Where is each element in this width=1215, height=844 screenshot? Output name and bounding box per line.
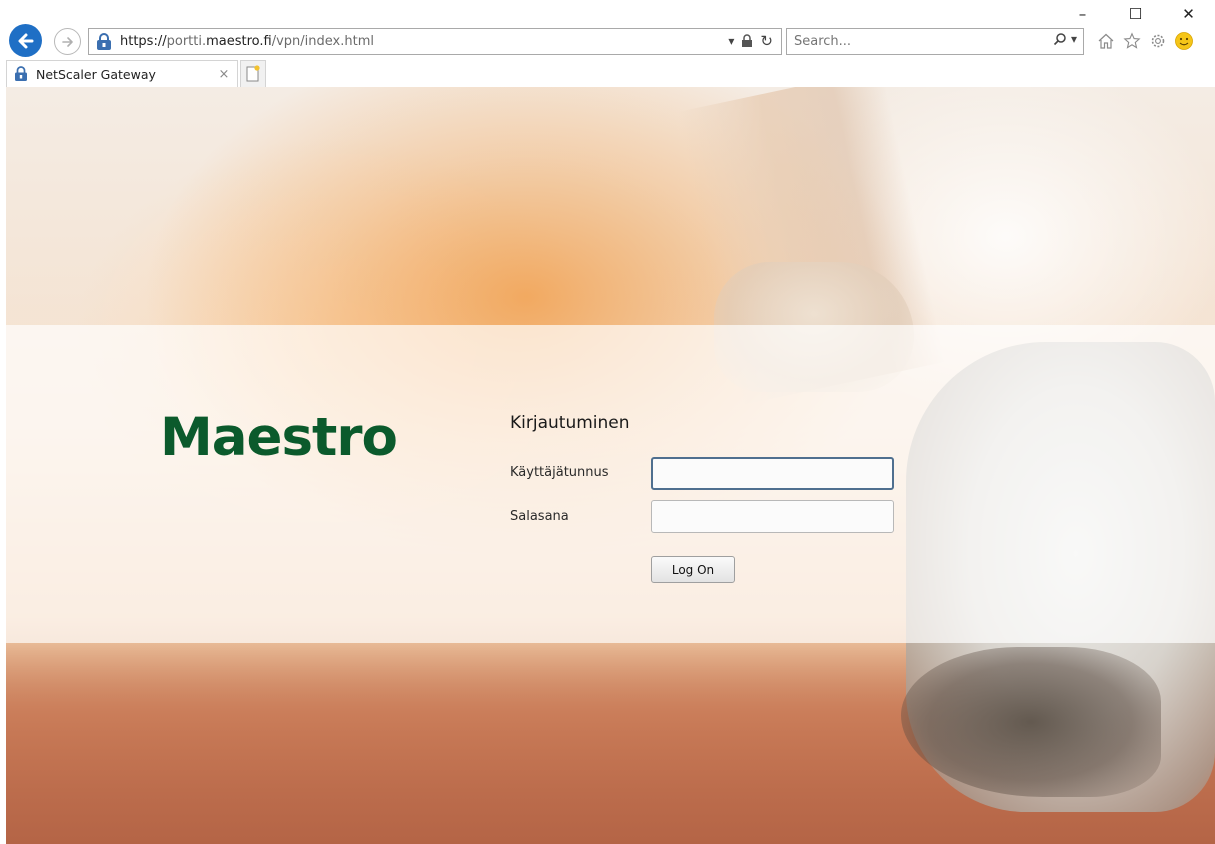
search-box[interactable]: ▾ <box>786 28 1084 55</box>
username-input[interactable] <box>651 457 894 490</box>
address-url[interactable]: https://portti.maestro.fi/vpn/index.html <box>120 34 374 49</box>
smiley-icon[interactable] <box>1173 30 1195 52</box>
back-button[interactable] <box>9 24 42 57</box>
url-scheme: https:// <box>120 34 167 49</box>
login-title: Kirjautuminen <box>510 413 630 433</box>
toolbar-icons <box>1095 30 1195 52</box>
address-dropdown-icon[interactable]: ▾ <box>728 34 734 48</box>
site-lock-icon[interactable] <box>741 34 753 48</box>
refresh-icon[interactable]: ↻ <box>760 32 773 50</box>
forward-button[interactable] <box>54 28 81 55</box>
maestro-logo: Maestro <box>160 407 398 468</box>
forward-arrow-icon <box>61 36 73 47</box>
url-host-domain: maestro.fi <box>206 34 272 49</box>
search-icon[interactable] <box>1053 32 1067 46</box>
url-host-prefix: portti. <box>166 34 207 49</box>
address-tools: ▾ ↻ <box>728 32 773 50</box>
maximize-button[interactable]: ☐ <box>1109 0 1162 28</box>
new-tab-button[interactable] <box>240 60 266 87</box>
new-tab-icon <box>246 65 260 82</box>
browser-chrome: – ☐ ✕ https://portti.maestro.fi/vpn/inde… <box>0 0 1215 88</box>
search-input[interactable] <box>794 34 1014 49</box>
tab-title: NetScaler Gateway <box>36 66 156 82</box>
home-icon[interactable] <box>1095 30 1117 52</box>
close-tab-icon[interactable]: × <box>215 65 233 83</box>
minimize-button[interactable]: – <box>1056 0 1109 28</box>
tab-netscaler-gateway[interactable]: NetScaler Gateway × <box>6 60 238 87</box>
close-window-button[interactable]: ✕ <box>1162 0 1215 28</box>
log-on-button[interactable]: Log On <box>651 556 735 583</box>
lock-icon <box>93 31 115 53</box>
tab-lock-icon <box>12 65 30 83</box>
username-label: Käyttäjätunnus <box>510 465 609 480</box>
gear-icon[interactable] <box>1147 30 1169 52</box>
address-bar[interactable]: https://portti.maestro.fi/vpn/index.html… <box>88 28 782 55</box>
search-tools: ▾ <box>1053 32 1077 46</box>
login-band <box>6 325 1215 643</box>
search-dropdown-icon[interactable]: ▾ <box>1071 32 1077 46</box>
password-label: Salasana <box>510 509 569 524</box>
url-path: /vpn/index.html <box>271 34 374 49</box>
back-arrow-icon <box>18 33 33 48</box>
star-icon[interactable] <box>1121 30 1143 52</box>
window-controls: – ☐ ✕ <box>1056 0 1215 28</box>
password-input[interactable] <box>651 500 894 533</box>
login-page: Maestro Kirjautuminen Käyttäjätunnus Sal… <box>6 87 1215 844</box>
